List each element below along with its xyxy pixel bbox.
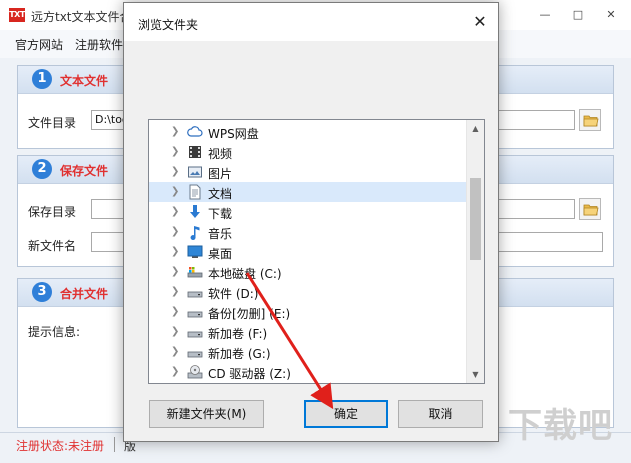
video-folder-icon [189,146,201,158]
chevron-right-icon[interactable]: ❯ [171,306,181,318]
drive-icon [187,311,203,318]
tree-item-label: 备份[勿删] (E:) [208,307,291,321]
restore-button[interactable]: □ [570,8,586,22]
file-dir-label: 文件目录 [28,116,77,130]
drive-icon [187,351,203,358]
step-number-badge: 1 [32,69,52,89]
download-icon [190,205,200,218]
tree-item-label: 桌面 [208,247,233,261]
step-number-badge: 3 [32,282,52,302]
tree-item-drive-f[interactable]: ❯ 新加卷 (F:) [149,322,466,342]
tree-scrollbar[interactable]: ▲ ▼ [466,120,484,383]
cd-drive-icon [187,365,203,379]
hint-info-label: 提示信息: [28,325,81,339]
tree-item-label: 新加卷 (F:) [208,327,268,341]
document-folder-icon [189,184,201,200]
panel-title: 保存文件 [60,164,109,178]
dialog-close-icon[interactable]: ✕ [470,12,490,32]
watermark-logo: 下载吧 [508,406,613,446]
chevron-right-icon[interactable]: ❯ [171,226,181,238]
chevron-right-icon[interactable]: ❯ [171,286,181,298]
menu-official-site[interactable]: 官方网站 [15,36,63,53]
tree-item-label: 新加卷 (G:) [208,347,271,361]
new-file-name-label: 新文件名 [28,239,77,253]
chevron-right-icon[interactable]: ❯ [171,346,181,358]
browse-file-dir-button[interactable] [579,109,601,131]
tree-item-videos[interactable]: ❯ 视频 [149,142,466,162]
status-separator [114,437,115,452]
minimize-button[interactable]: — [537,8,553,22]
tree-item-desktop[interactable]: ❯ 桌面 [149,242,466,262]
ok-button[interactable]: 确定 [304,400,388,428]
app-logo-icon: TXT [9,8,25,22]
tree-item-drive-d[interactable]: ❯ 软件 (D:) [149,282,466,302]
chevron-right-icon[interactable]: ❯ [171,366,181,378]
scroll-up-arrow-icon[interactable]: ▲ [467,120,484,137]
cloud-icon [187,126,203,137]
tree-item-drive-e[interactable]: ❯ 备份[勿删] (E:) [149,302,466,322]
tree-item-label: WPS网盘 [208,127,259,141]
save-dir-label: 保存目录 [28,205,77,219]
tree-item-label: 图片 [208,167,233,181]
folder-icon [583,204,599,216]
chevron-right-icon[interactable]: ❯ [171,146,181,158]
tree-item-pictures[interactable]: ❯ 图片 [149,162,466,182]
menu-register[interactable]: 注册软件 [75,36,123,53]
browse-save-dir-button[interactable] [579,198,601,220]
tree-item-label: CD 驱动器 (Z:) [208,367,291,381]
tree-item-label: 软件 (D:) [208,287,259,301]
scroll-down-arrow-icon[interactable]: ▼ [467,366,484,383]
chevron-right-icon[interactable]: ❯ [171,186,181,198]
picture-folder-icon [188,166,202,178]
tree-item-music[interactable]: ❯ 音乐 [149,222,466,242]
chevron-right-icon[interactable]: ❯ [171,246,181,258]
tree-item-label: 文档 [208,187,233,201]
tree-item-drive-c[interactable]: ❯ 本地磁盘 (C:) [149,262,466,282]
chevron-right-icon[interactable]: ❯ [171,266,181,278]
tree-item-label: 下载 [208,207,233,221]
system-drive-icon [187,267,203,278]
desktop-icon [187,245,203,258]
tree-item-documents[interactable]: ❯ 文档 [149,182,466,202]
tree-item-label: 本地磁盘 (C:) [208,267,282,281]
drive-icon [187,331,203,338]
tree-item-label: 视频 [208,147,233,161]
cancel-button[interactable]: 取消 [398,400,483,428]
music-icon [190,226,200,240]
step-number-badge: 2 [32,159,52,179]
tree-item-wps-cloud[interactable]: ❯ WPS网盘 [149,122,466,142]
new-folder-button[interactable]: 新建文件夹(M) [149,400,264,428]
browse-folder-dialog: 浏览文件夹 ✕ ❯ WPS网盘 ❯ 视频 ❯ 图片 ❯ 文档 ❯ 下载 ❯ 音乐… [123,2,499,442]
panel-title: 合并文件 [60,287,109,301]
folder-icon [583,115,599,127]
registration-status: 注册状态:未注册 [16,439,105,453]
app-close-button[interactable]: ✕ [603,8,619,22]
tree-item-cd-drive-z[interactable]: ❯ CD 驱动器 (Z:) [149,362,466,382]
scrollbar-thumb[interactable] [470,178,481,260]
drive-icon [187,291,203,298]
tree-item-downloads[interactable]: ❯ 下载 [149,202,466,222]
chevron-right-icon[interactable]: ❯ [171,166,181,178]
tree-item-label: 音乐 [208,227,233,241]
chevron-right-icon[interactable]: ❯ [171,126,181,138]
folder-tree[interactable]: ❯ WPS网盘 ❯ 视频 ❯ 图片 ❯ 文档 ❯ 下载 ❯ 音乐 ❯ 桌面 ❯ … [148,119,485,384]
chevron-right-icon[interactable]: ❯ [171,206,181,218]
chevron-right-icon[interactable]: ❯ [171,326,181,338]
tree-item-drive-g[interactable]: ❯ 新加卷 (G:) [149,342,466,362]
panel-title: 文本文件 [60,74,109,88]
dialog-title: 浏览文件夹 [138,18,199,32]
